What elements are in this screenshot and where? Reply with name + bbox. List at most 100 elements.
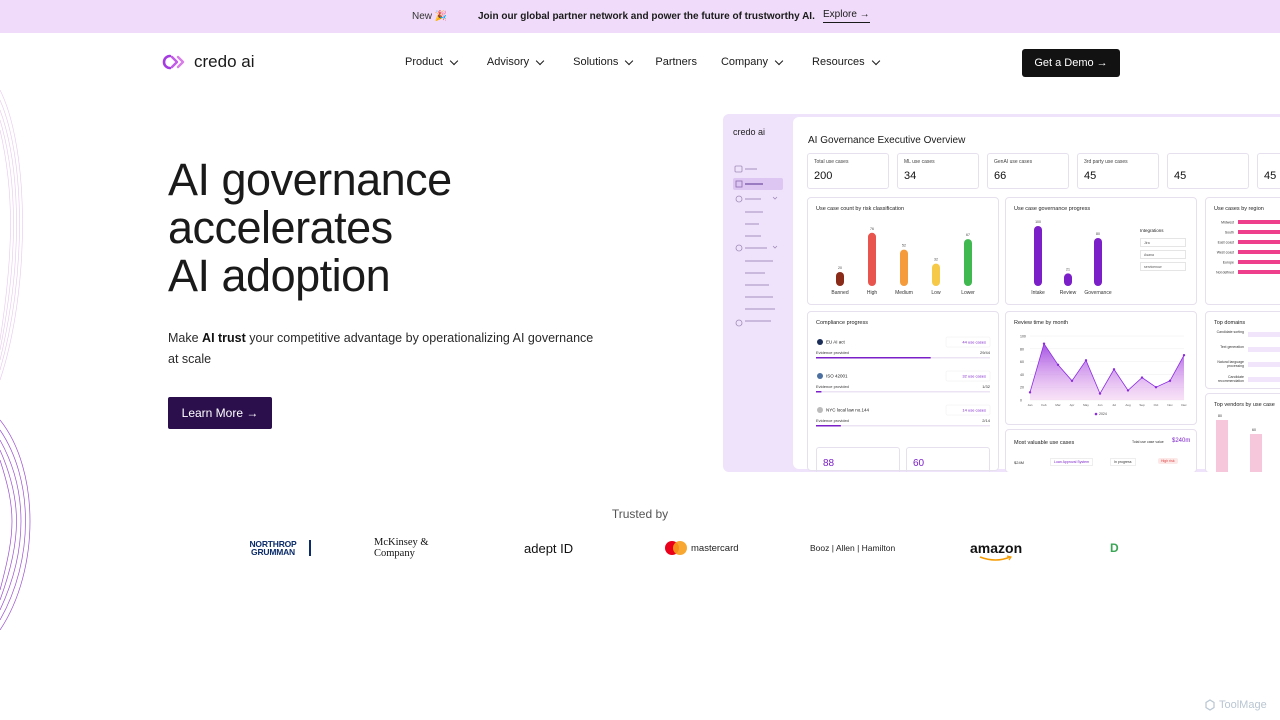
risk-bar — [932, 263, 940, 286]
nav-item-product[interactable]: Product — [405, 56, 459, 68]
kpi-value: 45 — [1174, 170, 1187, 182]
y-tick-label: 0 — [1020, 399, 1022, 403]
logo-text: amazon — [970, 540, 1023, 556]
logo-bar — [309, 540, 311, 556]
progress-bar — [1064, 273, 1072, 286]
domain-bar — [1248, 377, 1280, 382]
logo-text: mastercard — [691, 542, 739, 554]
learn-more-button[interactable]: Learn More → — [168, 397, 272, 429]
top-vendors-panel: Top vendors by use case 80 60 — [1205, 393, 1280, 472]
vendor-bar — [1216, 420, 1228, 472]
dashboard-sidebar: credo ai — [723, 114, 793, 472]
kpi-value: 200 — [814, 170, 833, 182]
review-point — [1140, 376, 1144, 379]
vendor-value: 80 — [1218, 414, 1222, 418]
region-label: West coast — [1217, 251, 1234, 255]
amazon-smile-icon — [979, 555, 1012, 561]
hero-subtitle-pre: Make — [168, 331, 203, 345]
compliance-count: 32 use cases — [962, 374, 986, 379]
compliance-dot-icon — [817, 373, 823, 379]
explore-link[interactable]: Explore → — [823, 9, 870, 23]
logo-text: adept ID — [524, 540, 574, 556]
mastercard-logo: mastercard — [664, 530, 739, 566]
integrations-label: Integrations — [1140, 228, 1164, 233]
customer-logos: NORTHROP GRUMMAN McKinsey & Company adep… — [0, 530, 1280, 566]
kpi-card: 3rd party use cases 45 — [1077, 153, 1159, 189]
region-label: Not defined — [1216, 271, 1234, 275]
logo-text: D — [1110, 541, 1119, 555]
adept-id-logo: adept ID — [524, 530, 573, 566]
review-point — [1098, 392, 1102, 395]
chevron-down-icon — [625, 56, 634, 65]
kpi-card: 45 — [1167, 153, 1249, 189]
evidence-track — [816, 391, 990, 393]
domain-bar — [1248, 347, 1280, 352]
x-tick-label: Dec — [1181, 403, 1187, 407]
chevron-down-icon — [774, 56, 784, 65]
x-tick-label: Nov — [1167, 403, 1173, 407]
mckinsey-logo: McKinsey & Company — [374, 530, 450, 566]
mini-card-value: 60 — [913, 458, 925, 469]
integration-row[interactable]: Asana — [1140, 250, 1186, 259]
kpi-value: 34 — [904, 170, 917, 182]
review-point — [1070, 379, 1074, 382]
hero-subtitle: Make AI trust your competitive advantage… — [168, 328, 598, 370]
region-bar-chart: Midwest South East coast West coast Europe No… — [1216, 220, 1280, 275]
risk-bar — [900, 249, 908, 286]
compliance-dot-icon — [817, 339, 823, 345]
region-panel: Use cases by region Midwest South East coa… — [1205, 197, 1280, 305]
panel-title: Top domains — [1214, 320, 1246, 326]
main-nav: credo ai Product Advisory Solutions Part… — [0, 33, 1280, 93]
dashboard-main: AI Governance Executive Overview Total u… — [793, 117, 1280, 472]
get-demo-button[interactable]: Get a Demo → — [1022, 49, 1120, 77]
y-tick-label: 20 — [1020, 386, 1024, 390]
kpi-card: GenAI use cases 66 — [987, 153, 1069, 189]
risk-bar-label: High — [867, 290, 878, 296]
x-tick-label: May — [1083, 403, 1089, 407]
risk-bar-chart: 20 Banned 76 High 52 Medium 32 Low 67 Lower — [831, 227, 975, 296]
evidence-track — [816, 425, 990, 427]
mini-card: 88 — [816, 447, 900, 472]
risk-bar-value: 32 — [934, 258, 938, 262]
logo-text: NORTHROP GRUMMAN — [249, 539, 297, 557]
nav-item-partners[interactable]: Partners — [655, 56, 697, 68]
row-name: Loan Approval System — [1050, 458, 1094, 466]
integration-row[interactable]: servicenow — [1140, 262, 1186, 271]
compliance-panel: Compliance progress EU AI act 44 use case… — [807, 311, 999, 472]
mastercard-circles-icon — [665, 541, 687, 555]
compliance-dot-icon — [817, 407, 823, 413]
risk-bar-label: Medium — [895, 290, 913, 296]
evidence-label: Evidence provided — [816, 350, 849, 355]
domain-label: Candidate sorting — [1216, 330, 1244, 334]
nav-item-advisory[interactable]: Advisory — [487, 56, 545, 68]
kpi-label: 3rd party use cases — [1084, 159, 1128, 165]
logo-text: Booz | Allen | Hamilton — [810, 543, 896, 553]
nav-item-resources[interactable]: Resources — [812, 56, 880, 68]
chevron-down-icon — [871, 56, 880, 65]
kpi-value: 45 — [1264, 170, 1277, 182]
compliance-name: ISO 42001 — [826, 374, 848, 379]
x-tick-label: Mar — [1055, 403, 1060, 407]
watermark: ToolMage — [1204, 699, 1267, 711]
x-tick-label: Aug — [1125, 403, 1131, 407]
kpi-card: Total use cases 200 — [807, 153, 889, 189]
legend-label: 2024 — [1099, 412, 1107, 416]
logo-text: McKinsey & Company — [374, 537, 429, 559]
x-tick-label: Jul — [1112, 403, 1116, 407]
evidence-ratio: 1/32 — [982, 384, 991, 389]
nav-item-solutions[interactable]: Solutions — [573, 56, 634, 68]
evidence-label: Evidence provided — [816, 384, 849, 389]
domain-bar — [1248, 332, 1280, 337]
sidebar-nav-lines — [733, 165, 783, 327]
kpi-label: GenAI use cases — [994, 159, 1033, 165]
x-tick-label: Jun — [1098, 403, 1103, 407]
logo[interactable]: credo ai — [160, 52, 254, 72]
vendor-value: 60 — [1252, 428, 1256, 432]
booz-allen-logo: Booz | Allen | Hamilton — [810, 530, 895, 566]
x-tick-label: Oct — [1154, 403, 1159, 407]
domain-row: Candidate recommendation — [1210, 375, 1244, 383]
announcement-message: Join our global partner network and powe… — [478, 11, 815, 22]
trusted-by-label: Trusted by — [611, 507, 669, 521]
nav-item-company[interactable]: Company — [721, 56, 784, 68]
integration-row[interactable]: Jira — [1140, 238, 1186, 247]
